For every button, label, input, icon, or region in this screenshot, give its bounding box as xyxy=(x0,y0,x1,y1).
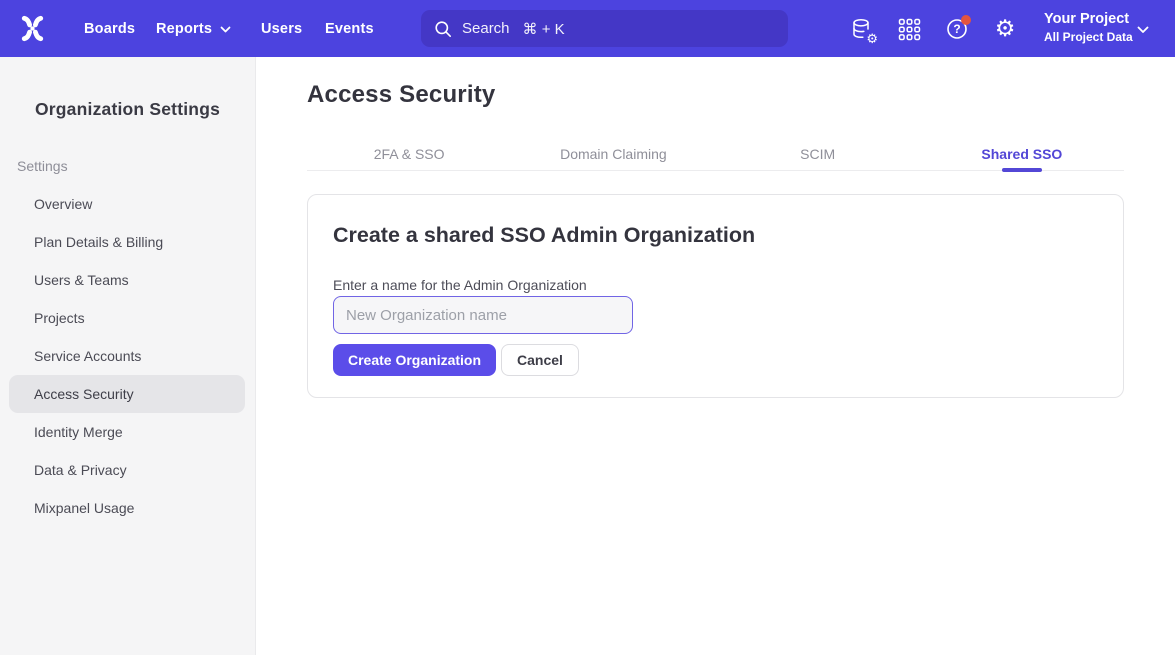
sidebar: Organization Settings Settings Overview … xyxy=(0,57,256,655)
apps-grid-button[interactable] xyxy=(896,16,922,42)
nav-item-events[interactable]: Events xyxy=(325,0,374,57)
tab-2fa-sso[interactable]: 2FA & SSO xyxy=(307,138,511,170)
tab-shared-sso[interactable]: Shared SSO xyxy=(920,138,1124,170)
nav-item-users[interactable]: Users xyxy=(261,0,302,57)
sidebar-item-service-accounts[interactable]: Service Accounts xyxy=(9,337,245,375)
nav-item-label: Reports xyxy=(156,21,212,37)
tab-domain-claiming[interactable]: Domain Claiming xyxy=(511,138,715,170)
chevron-down-icon[interactable] xyxy=(1137,26,1149,34)
svg-text:?: ? xyxy=(953,22,960,36)
mixpanel-logo[interactable] xyxy=(17,13,48,44)
page-title: Access Security xyxy=(307,81,495,109)
sidebar-section-label: Settings xyxy=(17,158,68,174)
sidebar-item-plan-details-billing[interactable]: Plan Details & Billing xyxy=(9,223,245,261)
top-nav: Boards Reports Users Events Search ⌘ + K… xyxy=(0,0,1175,57)
nav-item-label: Boards xyxy=(84,21,135,37)
search-placeholder: Search xyxy=(462,20,510,37)
create-organization-button[interactable]: Create Organization xyxy=(333,344,496,376)
nav-item-reports[interactable]: Reports xyxy=(156,0,231,57)
nav-item-boards[interactable]: Boards xyxy=(84,0,135,57)
cancel-button[interactable]: Cancel xyxy=(501,344,579,376)
mini-gear-icon: ⚙ xyxy=(866,32,878,45)
tab-bar: 2FA & SSO Domain Claiming SCIM Shared SS… xyxy=(307,138,1124,171)
sidebar-item-identity-merge[interactable]: Identity Merge xyxy=(9,413,245,451)
sidebar-item-projects[interactable]: Projects xyxy=(9,299,245,337)
apps-grid-icon xyxy=(898,18,921,41)
sidebar-item-access-security[interactable]: Access Security xyxy=(9,375,245,413)
nav-item-label: Events xyxy=(325,21,374,37)
create-sso-org-card: Create a shared SSO Admin Organization E… xyxy=(307,194,1124,398)
sidebar-item-data-privacy[interactable]: Data & Privacy xyxy=(9,451,245,489)
sidebar-item-mixpanel-usage[interactable]: Mixpanel Usage xyxy=(9,489,245,527)
sidebar-list: Overview Plan Details & Billing Users & … xyxy=(9,185,245,527)
sidebar-title: Organization Settings xyxy=(0,99,255,120)
tab-scim[interactable]: SCIM xyxy=(716,138,920,170)
org-name-input[interactable] xyxy=(333,296,633,334)
search-input[interactable]: Search ⌘ + K xyxy=(421,10,788,47)
sidebar-item-users-teams[interactable]: Users & Teams xyxy=(9,261,245,299)
chevron-down-icon xyxy=(220,26,231,33)
sidebar-item-overview[interactable]: Overview xyxy=(9,185,245,223)
data-management-button[interactable]: ⚙ xyxy=(849,16,875,42)
org-name-field-label: Enter a name for the Admin Organization xyxy=(333,277,587,293)
nav-item-label: Users xyxy=(261,21,302,37)
main-content: Access Security 2FA & SSO Domain Claimin… xyxy=(257,57,1175,655)
gear-icon: ⚙ xyxy=(995,18,1016,41)
card-title: Create a shared SSO Admin Organization xyxy=(333,223,755,248)
search-icon xyxy=(434,20,452,38)
button-row: Create Organization Cancel xyxy=(333,344,579,376)
notification-dot xyxy=(961,15,971,25)
help-button[interactable]: ? xyxy=(944,16,970,42)
settings-button[interactable]: ⚙ xyxy=(992,16,1018,42)
search-shortcut: ⌘ + K xyxy=(523,20,565,38)
